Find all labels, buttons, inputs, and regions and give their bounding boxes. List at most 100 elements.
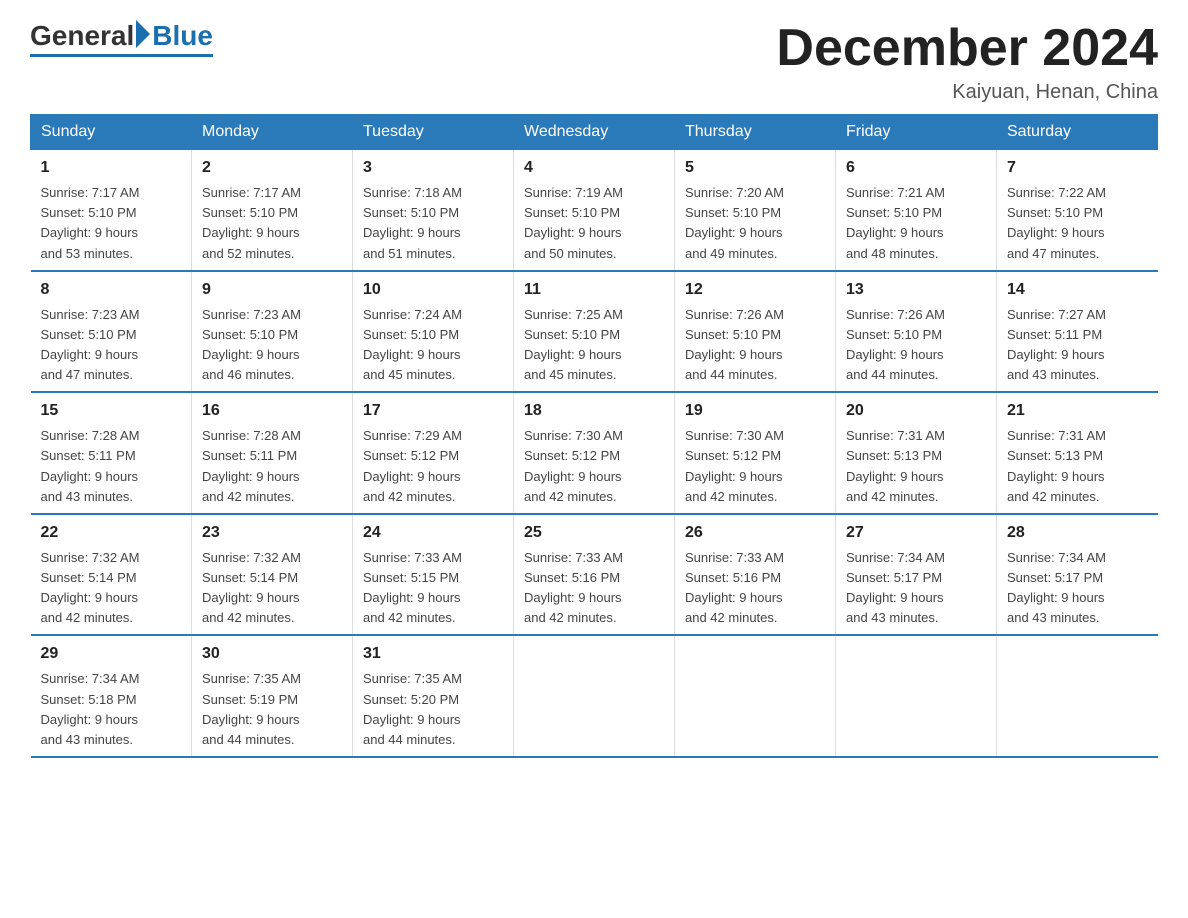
day-number: 13 xyxy=(846,278,986,302)
day-number: 30 xyxy=(202,642,342,666)
day-number: 11 xyxy=(524,278,664,302)
calendar-cell: 27Sunrise: 7:34 AMSunset: 5:17 PMDayligh… xyxy=(836,514,997,636)
calendar-cell: 18 Sunrise: 7:30 AMSunset: 5:12 PMDayligh… xyxy=(514,392,675,514)
calendar-cell: 20Sunrise: 7:31 AMSunset: 5:13 PMDayligh… xyxy=(836,392,997,514)
day-info: Sunrise: 7:17 AMSunset: 5:10 PMDaylight:… xyxy=(202,183,342,264)
day-info: Sunrise: 7:32 AMSunset: 5:14 PMDaylight:… xyxy=(41,548,182,629)
calendar-cell: 6Sunrise: 7:21 AMSunset: 5:10 PMDaylight… xyxy=(836,150,997,271)
weekday-header-thursday: Thursday xyxy=(675,115,836,150)
day-info: Sunrise: 7:28 AMSunset: 5:11 PMDaylight:… xyxy=(202,426,342,507)
day-info: Sunrise: 7:23 AMSunset: 5:10 PMDaylight:… xyxy=(202,305,342,386)
day-number: 6 xyxy=(846,156,986,180)
calendar-cell: 21Sunrise: 7:31 AMSunset: 5:13 PMDayligh… xyxy=(997,392,1158,514)
day-info: Sunrise: 7:34 AMSunset: 5:18 PMDaylight:… xyxy=(41,669,182,750)
page-header: General Blue December 2024 Kaiyuan, Hena… xyxy=(30,20,1158,104)
calendar-cell: 22 Sunrise: 7:32 AMSunset: 5:14 PMDayligh… xyxy=(31,514,192,636)
day-number: 15 xyxy=(41,399,182,423)
day-info: Sunrise: 7:31 AMSunset: 5:13 PMDaylight:… xyxy=(846,426,986,507)
day-number: 2 xyxy=(202,156,342,180)
day-info: Sunrise: 7:26 AMSunset: 5:10 PMDaylight:… xyxy=(846,305,986,386)
day-info: Sunrise: 7:25 AMSunset: 5:10 PMDaylight:… xyxy=(524,305,664,386)
day-info: Sunrise: 7:18 AMSunset: 5:10 PMDaylight:… xyxy=(363,183,503,264)
calendar-cell: 31 Sunrise: 7:35 AMSunset: 5:20 PMDayligh… xyxy=(353,635,514,757)
logo-triangle-icon xyxy=(136,20,150,48)
calendar-week-row: 15 Sunrise: 7:28 AMSunset: 5:11 PMDayligh… xyxy=(31,392,1158,514)
day-number: 7 xyxy=(1007,156,1148,180)
day-number: 14 xyxy=(1007,278,1148,302)
day-number: 24 xyxy=(363,521,503,545)
day-number: 31 xyxy=(363,642,503,666)
calendar-week-row: 22 Sunrise: 7:32 AMSunset: 5:14 PMDayligh… xyxy=(31,514,1158,636)
calendar-cell xyxy=(836,635,997,757)
day-number: 26 xyxy=(685,521,825,545)
day-info: Sunrise: 7:35 AMSunset: 5:20 PMDaylight:… xyxy=(363,669,503,750)
day-info: Sunrise: 7:22 AMSunset: 5:10 PMDaylight:… xyxy=(1007,183,1148,264)
calendar-cell: 7 Sunrise: 7:22 AMSunset: 5:10 PMDaylight… xyxy=(997,150,1158,271)
day-info: Sunrise: 7:19 AMSunset: 5:10 PMDaylight:… xyxy=(524,183,664,264)
calendar-cell: 16 Sunrise: 7:28 AMSunset: 5:11 PMDayligh… xyxy=(192,392,353,514)
day-number: 16 xyxy=(202,399,342,423)
day-info: Sunrise: 7:34 AMSunset: 5:17 PMDaylight:… xyxy=(1007,548,1148,629)
calendar-cell: 23 Sunrise: 7:32 AMSunset: 5:14 PMDayligh… xyxy=(192,514,353,636)
day-info: Sunrise: 7:28 AMSunset: 5:11 PMDaylight:… xyxy=(41,426,182,507)
day-info: Sunrise: 7:35 AMSunset: 5:19 PMDaylight:… xyxy=(202,669,342,750)
day-number: 12 xyxy=(685,278,825,302)
logo-general-text: General xyxy=(30,20,134,52)
day-info: Sunrise: 7:32 AMSunset: 5:14 PMDaylight:… xyxy=(202,548,342,629)
calendar-cell: 1Sunrise: 7:17 AMSunset: 5:10 PMDaylight… xyxy=(31,150,192,271)
weekday-header-wednesday: Wednesday xyxy=(514,115,675,150)
calendar-cell: 28 Sunrise: 7:34 AMSunset: 5:17 PMDayligh… xyxy=(997,514,1158,636)
day-info: Sunrise: 7:17 AMSunset: 5:10 PMDaylight:… xyxy=(41,183,182,264)
calendar-cell xyxy=(675,635,836,757)
calendar-cell xyxy=(514,635,675,757)
calendar-cell: 8 Sunrise: 7:23 AMSunset: 5:10 PMDaylight… xyxy=(31,271,192,393)
weekday-header-monday: Monday xyxy=(192,115,353,150)
calendar-cell: 17 Sunrise: 7:29 AMSunset: 5:12 PMDayligh… xyxy=(353,392,514,514)
calendar-cell: 26 Sunrise: 7:33 AMSunset: 5:16 PMDayligh… xyxy=(675,514,836,636)
day-number: 18 xyxy=(524,399,664,423)
day-info: Sunrise: 7:29 AMSunset: 5:12 PMDaylight:… xyxy=(363,426,503,507)
day-number: 9 xyxy=(202,278,342,302)
calendar-table: SundayMondayTuesdayWednesdayThursdayFrid… xyxy=(30,114,1158,758)
day-number: 17 xyxy=(363,399,503,423)
day-number: 28 xyxy=(1007,521,1148,545)
calendar-cell xyxy=(997,635,1158,757)
day-number: 22 xyxy=(41,521,182,545)
day-info: Sunrise: 7:23 AMSunset: 5:10 PMDaylight:… xyxy=(41,305,182,386)
day-number: 19 xyxy=(685,399,825,423)
calendar-cell: 12 Sunrise: 7:26 AMSunset: 5:10 PMDayligh… xyxy=(675,271,836,393)
day-info: Sunrise: 7:33 AMSunset: 5:16 PMDaylight:… xyxy=(524,548,664,629)
calendar-cell: 10 Sunrise: 7:24 AMSunset: 5:10 PMDayligh… xyxy=(353,271,514,393)
calendar-cell: 5Sunrise: 7:20 AMSunset: 5:10 PMDaylight… xyxy=(675,150,836,271)
weekday-header-saturday: Saturday xyxy=(997,115,1158,150)
weekday-header-row: SundayMondayTuesdayWednesdayThursdayFrid… xyxy=(31,115,1158,150)
calendar-week-row: 8 Sunrise: 7:23 AMSunset: 5:10 PMDaylight… xyxy=(31,271,1158,393)
calendar-week-row: 1Sunrise: 7:17 AMSunset: 5:10 PMDaylight… xyxy=(31,150,1158,271)
calendar-cell: 19 Sunrise: 7:30 AMSunset: 5:12 PMDayligh… xyxy=(675,392,836,514)
day-number: 27 xyxy=(846,521,986,545)
calendar-cell: 14Sunrise: 7:27 AMSunset: 5:11 PMDayligh… xyxy=(997,271,1158,393)
weekday-header-friday: Friday xyxy=(836,115,997,150)
day-info: Sunrise: 7:24 AMSunset: 5:10 PMDaylight:… xyxy=(363,305,503,386)
month-title: December 2024 xyxy=(776,20,1158,77)
calendar-cell: 15 Sunrise: 7:28 AMSunset: 5:11 PMDayligh… xyxy=(31,392,192,514)
calendar-cell: 30 Sunrise: 7:35 AMSunset: 5:19 PMDayligh… xyxy=(192,635,353,757)
day-info: Sunrise: 7:33 AMSunset: 5:15 PMDaylight:… xyxy=(363,548,503,629)
calendar-cell: 11 Sunrise: 7:25 AMSunset: 5:10 PMDayligh… xyxy=(514,271,675,393)
day-number: 25 xyxy=(524,521,664,545)
day-info: Sunrise: 7:30 AMSunset: 5:12 PMDaylight:… xyxy=(685,426,825,507)
day-number: 4 xyxy=(524,156,664,180)
day-info: Sunrise: 7:31 AMSunset: 5:13 PMDaylight:… xyxy=(1007,426,1148,507)
day-number: 10 xyxy=(363,278,503,302)
day-number: 29 xyxy=(41,642,182,666)
day-number: 3 xyxy=(363,156,503,180)
day-info: Sunrise: 7:30 AMSunset: 5:12 PMDaylight:… xyxy=(524,426,664,507)
day-info: Sunrise: 7:26 AMSunset: 5:10 PMDaylight:… xyxy=(685,305,825,386)
calendar-cell: 24 Sunrise: 7:33 AMSunset: 5:15 PMDayligh… xyxy=(353,514,514,636)
day-number: 8 xyxy=(41,278,182,302)
calendar-cell: 2 Sunrise: 7:17 AMSunset: 5:10 PMDaylight… xyxy=(192,150,353,271)
calendar-cell: 25 Sunrise: 7:33 AMSunset: 5:16 PMDayligh… xyxy=(514,514,675,636)
calendar-cell: 13 Sunrise: 7:26 AMSunset: 5:10 PMDayligh… xyxy=(836,271,997,393)
day-info: Sunrise: 7:33 AMSunset: 5:16 PMDaylight:… xyxy=(685,548,825,629)
day-number: 23 xyxy=(202,521,342,545)
